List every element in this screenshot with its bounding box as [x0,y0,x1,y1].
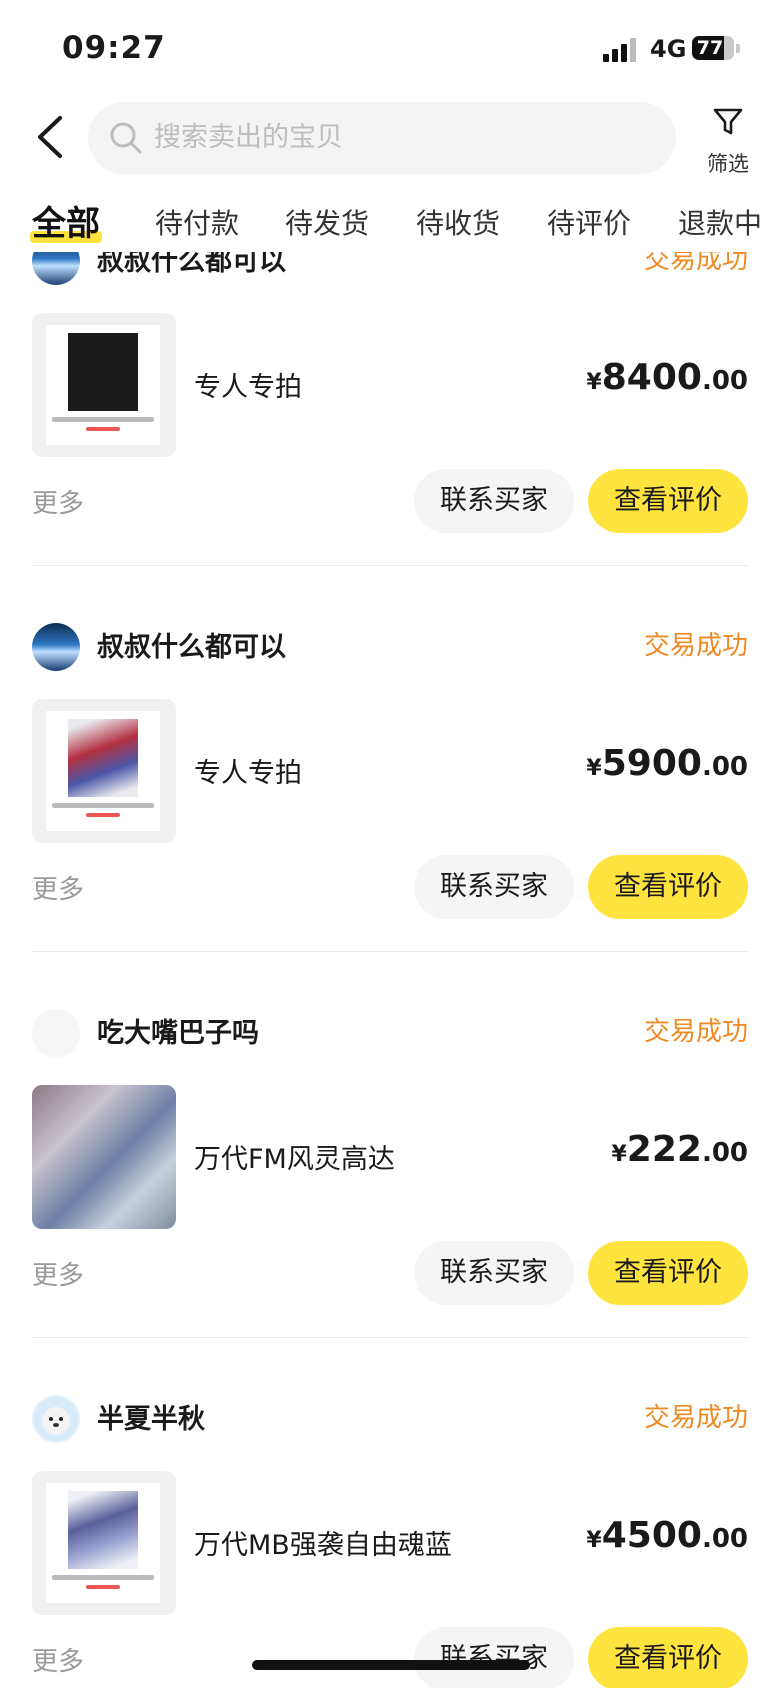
order-status: 交易成功 [643,1403,748,1433]
thumbnail-caption [52,417,154,422]
order-status: 交易成功 [643,1017,748,1047]
battery-icon: 77 [692,36,734,60]
product-thumbnail[interactable] [32,1471,176,1615]
avatar[interactable] [32,1395,80,1443]
contact-buyer-button[interactable]: 联系买家 [414,469,574,533]
search-placeholder: 搜索卖出的宝贝 [154,122,343,153]
thumbnail-card [46,1483,160,1603]
price-integer: 222 [626,1129,702,1170]
buyer-name[interactable]: 叔叔什么都可以 [97,625,286,664]
price-integer: 4500 [601,1515,702,1556]
product-title[interactable]: 万代FM风灵高达 [194,1137,395,1176]
price-integer: 8400 [601,357,702,398]
tab-pending-receipt[interactable]: 待收货 [416,202,500,242]
product-thumbnail[interactable] [32,313,176,457]
product-title[interactable]: 专人专拍 [194,365,302,404]
thumbnail-card [46,711,160,831]
back-button[interactable] [32,112,72,162]
price-decimal: .00 [701,1524,748,1554]
order-status: 交易成功 [643,252,748,275]
view-review-button[interactable]: 查看评价 [588,855,748,919]
home-indicator[interactable] [252,1660,530,1670]
order-price: ¥5900.00 [586,743,748,784]
search-icon [110,122,142,154]
product-image [68,1491,138,1569]
order-tabs: 全部 待付款 待发货 待收货 待评价 退款中 [0,196,780,252]
thumbnail-caption [52,803,154,808]
tab-label: 全部 [32,204,100,244]
tab-refunding[interactable]: 退款中 [678,202,762,242]
search-input[interactable]: 搜索卖出的宝贝 [88,102,676,174]
thumbnail-card [46,325,160,445]
avatar[interactable] [32,623,80,671]
divider [32,951,748,952]
product-image [68,719,138,797]
chevron-left-icon [38,116,62,158]
battery-percent: 77 [696,37,724,59]
order-card: 吃大嘴巴子吗 交易成功 万代FM风灵高达 ¥222.00 更多 联系买家 查看评… [0,989,780,1375]
order-card: 叔叔什么都可以 交易成功 专人专拍 ¥8400.00 更多 联系买家 查看评价 [0,252,780,603]
price-decimal: .00 [701,366,748,396]
product-image [68,333,138,411]
tab-pending-payment[interactable]: 待付款 [155,202,239,242]
order-price: ¥222.00 [611,1129,748,1170]
view-review-button[interactable]: 查看评价 [588,1241,748,1305]
filter-label: 筛选 [707,152,749,176]
avatar[interactable] [32,252,80,285]
product-title[interactable]: 万代MB强袭自由魂蓝 [194,1523,452,1562]
status-time: 09:27 [62,30,166,66]
buyer-name[interactable]: 叔叔什么都可以 [97,252,286,278]
price-decimal: .00 [701,1138,748,1168]
thumbnail-tag [86,1585,120,1589]
tab-pending-shipment[interactable]: 待发货 [285,202,369,242]
order-price: ¥4500.00 [586,1515,748,1556]
seal-avatar-icon [34,1397,78,1441]
price-decimal: .00 [701,752,748,782]
order-card: 半夏半秋 交易成功 万代MB强袭自由魂蓝 ¥4500.00 更多 联系买家 查看… [0,1375,780,1688]
divider [32,565,748,566]
thumbnail-caption [52,1575,154,1580]
view-review-button[interactable]: 查看评价 [588,1627,748,1688]
funnel-icon [713,108,743,135]
order-card: 叔叔什么都可以 交易成功 专人专拍 ¥5900.00 更多 联系买家 查看评价 [0,603,780,989]
contact-buyer-button[interactable]: 联系买家 [414,1241,574,1305]
currency-symbol: ¥ [586,756,602,781]
price-integer: 5900 [601,743,702,784]
status-bar: 09:27 4G 77 [0,0,780,96]
battery-tip [736,44,740,53]
contact-buyer-button[interactable]: 联系买家 [414,1627,574,1688]
more-button[interactable]: 更多 [32,483,84,520]
tab-all[interactable]: 全部 [30,196,102,245]
currency-symbol: ¥ [586,1528,602,1553]
more-button[interactable]: 更多 [32,869,84,906]
avatar[interactable] [32,1009,80,1057]
signal-icon [603,38,639,62]
contact-buyer-button[interactable]: 联系买家 [414,855,574,919]
more-button[interactable]: 更多 [32,1641,84,1678]
buyer-name[interactable]: 吃大嘴巴子吗 [97,1011,259,1050]
product-thumbnail[interactable] [32,699,176,843]
currency-symbol: ¥ [611,1142,627,1167]
divider [32,1337,748,1338]
order-price: ¥8400.00 [586,357,748,398]
filter-button[interactable]: 筛选 [696,100,760,180]
network-type: 4G [650,35,687,63]
order-list[interactable]: 叔叔什么都可以 交易成功 专人专拍 ¥8400.00 更多 联系买家 查看评价 … [0,252,780,1688]
thumbnail-tag [86,813,120,817]
thumbnail-tag [86,427,120,431]
buyer-name[interactable]: 半夏半秋 [97,1397,205,1436]
view-review-button[interactable]: 查看评价 [588,469,748,533]
order-status: 交易成功 [643,631,748,661]
currency-symbol: ¥ [586,370,602,395]
product-title[interactable]: 专人专拍 [194,751,302,790]
more-button[interactable]: 更多 [32,1255,84,1292]
tab-pending-review[interactable]: 待评价 [547,202,631,242]
product-thumbnail[interactable] [32,1085,176,1229]
